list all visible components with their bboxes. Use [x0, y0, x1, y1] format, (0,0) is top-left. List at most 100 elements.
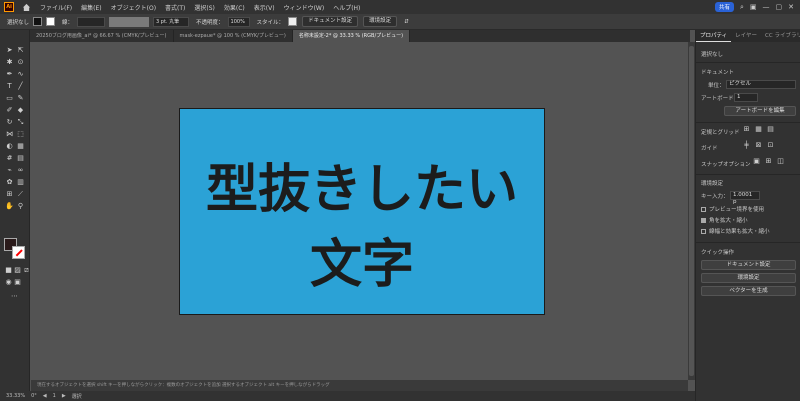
- blend-tool-icon[interactable]: ∞: [16, 166, 25, 175]
- menu-window[interactable]: ウィンドウ(W): [284, 3, 325, 12]
- menu-type[interactable]: 書式(T): [165, 3, 185, 12]
- rotation-angle[interactable]: 0°: [31, 393, 37, 399]
- artboard-text-line1[interactable]: 型抜きしたい: [180, 147, 544, 222]
- smart-guide-icon[interactable]: ⊡: [766, 141, 775, 150]
- draw-mode-icon[interactable]: ◉: [4, 278, 13, 287]
- qa-document-settings-button[interactable]: ドキュメント設定: [701, 260, 796, 270]
- shape-builder-icon[interactable]: ◐: [5, 142, 14, 151]
- opacity-field[interactable]: 100%: [227, 16, 250, 27]
- vertical-scrollbar[interactable]: [688, 42, 695, 380]
- snap-grid-icon[interactable]: ⊞: [764, 157, 773, 166]
- scale-corners-checkbox[interactable]: 角を拡大・縮小: [701, 216, 748, 224]
- minimize-icon[interactable]: —: [763, 3, 770, 11]
- scale-strokes-checkbox[interactable]: 線幅と効果も拡大・縮小: [701, 227, 770, 235]
- hand-tool-icon[interactable]: ✋: [5, 202, 14, 211]
- perspective-grid-icon[interactable]: ▦: [16, 142, 25, 151]
- close-icon[interactable]: ✕: [788, 3, 794, 11]
- mesh-tool-icon[interactable]: #: [5, 154, 14, 163]
- checkbox[interactable]: [701, 229, 706, 234]
- unit-select[interactable]: ピクセル: [726, 80, 796, 89]
- scale-tool-icon[interactable]: ⤡: [16, 118, 25, 127]
- slice-tool-icon[interactable]: ⟋: [16, 190, 25, 199]
- status-mode[interactable]: 選択: [72, 393, 82, 400]
- guide-show-icon[interactable]: ╪: [742, 141, 751, 150]
- qa-generate-vector-button[interactable]: ベクターを生成: [701, 286, 796, 296]
- menu-edit[interactable]: 編集(E): [81, 3, 101, 12]
- menu-effect[interactable]: 効果(C): [224, 3, 245, 12]
- preferences-button[interactable]: 環境設定: [363, 16, 398, 27]
- tab-layers[interactable]: レイヤー: [731, 30, 761, 42]
- graph-tool-icon[interactable]: ▥: [16, 178, 25, 187]
- more-tools-icon[interactable]: ⋯: [10, 292, 19, 301]
- qa-preferences-button[interactable]: 環境設定: [701, 273, 796, 283]
- key-input-field[interactable]: 1.0001 p: [730, 191, 760, 205]
- document-settings-button[interactable]: ドキュメント設定: [302, 16, 359, 27]
- artboard-number[interactable]: 1: [53, 393, 56, 399]
- doc-tab[interactable]: 20250ブログ用画像_ai* @ 66.67 % (CMYK/プレビュー): [30, 30, 174, 42]
- edit-artboard-button[interactable]: アートボードを編集: [724, 106, 796, 116]
- grid-icon[interactable]: ▦: [754, 125, 763, 134]
- eraser-icon[interactable]: ◆: [16, 106, 25, 115]
- menu-object[interactable]: オブジェクト(O): [111, 3, 156, 12]
- shaper-tool-icon[interactable]: ✐: [5, 106, 14, 115]
- doc-tab-active[interactable]: 名称未設定-2* @ 33.33 % (RGB/プレビュー): [292, 30, 411, 42]
- scrollbar-thumb[interactable]: [689, 46, 694, 376]
- artboard-tool-icon[interactable]: ⊞: [5, 190, 14, 199]
- artboard-nav-prev-icon[interactable]: ◀: [43, 393, 47, 399]
- menu-select[interactable]: 選択(S): [194, 3, 215, 12]
- symbol-sprayer-icon[interactable]: ✿: [5, 178, 14, 187]
- maximize-icon[interactable]: ▢: [776, 3, 783, 11]
- brush-field[interactable]: 3 pt. 丸筆: [153, 16, 190, 27]
- home-icon[interactable]: [22, 3, 31, 11]
- artboard-text-line2[interactable]: 文字: [180, 222, 544, 297]
- guide-lock-icon[interactable]: ⊠: [754, 141, 763, 150]
- checkbox[interactable]: [701, 218, 706, 223]
- width-tool-icon[interactable]: ⋈: [5, 130, 14, 139]
- menu-file[interactable]: ファイル(F): [40, 3, 72, 12]
- gradient-mode-icon[interactable]: ▨: [13, 266, 22, 275]
- stroke-color-box[interactable]: [12, 246, 25, 259]
- snap-pixel-icon[interactable]: ◫: [776, 157, 785, 166]
- type-tool-icon[interactable]: T: [5, 82, 14, 91]
- paintbrush-icon[interactable]: ✎: [16, 94, 25, 103]
- selection-tool-icon[interactable]: ➤: [5, 46, 14, 55]
- doc-tab[interactable]: mask-ezpaue* @ 100 % (CMYK/プレビュー): [174, 30, 293, 42]
- snap-point-icon[interactable]: ▣: [752, 157, 761, 166]
- search-icon[interactable]: ⌕: [740, 3, 744, 12]
- tab-cc-libraries[interactable]: CC ライブラリ: [761, 30, 800, 42]
- artboard-nav-next-icon[interactable]: ▶: [62, 393, 66, 399]
- preview-bounds-checkbox[interactable]: プレビュー境界を使用: [701, 205, 764, 213]
- pixel-grid-icon[interactable]: ▤: [766, 125, 775, 134]
- share-button[interactable]: 共有: [714, 2, 734, 12]
- gradient-tool-icon[interactable]: ▤: [16, 154, 25, 163]
- zoom-level[interactable]: 33.33%: [6, 393, 25, 399]
- color-mode-icon[interactable]: ■: [4, 266, 13, 275]
- menu-help[interactable]: ヘルプ(H): [333, 3, 360, 12]
- stroke-weight-field[interactable]: [77, 16, 106, 27]
- none-mode-icon[interactable]: ⧄: [22, 266, 31, 275]
- tab-properties[interactable]: プロパティ: [696, 30, 732, 42]
- eyedropper-icon[interactable]: ⌁: [5, 166, 14, 175]
- rectangle-tool-icon[interactable]: ▭: [5, 94, 14, 103]
- arrange-icon[interactable]: ⇵: [404, 19, 409, 25]
- rotate-tool-icon[interactable]: ↻: [5, 118, 14, 127]
- checkbox[interactable]: [701, 207, 706, 212]
- free-transform-icon[interactable]: ⬚: [16, 130, 25, 139]
- menu-view[interactable]: 表示(V): [254, 3, 275, 12]
- opacity-label[interactable]: 不透明度：: [196, 18, 224, 26]
- style-swatch[interactable]: [288, 17, 298, 26]
- direct-selection-tool-icon[interactable]: ⇱: [16, 46, 25, 55]
- pen-tool-icon[interactable]: ✒: [5, 70, 14, 79]
- line-tool-icon[interactable]: ╱: [16, 82, 25, 91]
- workspace-icon[interactable]: ▣: [750, 3, 757, 11]
- artboard[interactable]: 型抜きしたい 文字: [179, 108, 545, 315]
- screen-mode-icon[interactable]: ▣: [13, 278, 22, 287]
- fill-swatch[interactable]: [33, 17, 43, 26]
- magic-wand-icon[interactable]: ✱: [5, 58, 14, 67]
- variable-width-bar[interactable]: [109, 16, 150, 27]
- lasso-icon[interactable]: ⊙: [16, 58, 25, 67]
- stroke-swatch[interactable]: [46, 17, 56, 26]
- ruler-icon[interactable]: ⊞: [742, 125, 751, 134]
- artboard-select[interactable]: 1: [734, 93, 758, 102]
- zoom-tool-icon[interactable]: ⚲: [16, 202, 25, 211]
